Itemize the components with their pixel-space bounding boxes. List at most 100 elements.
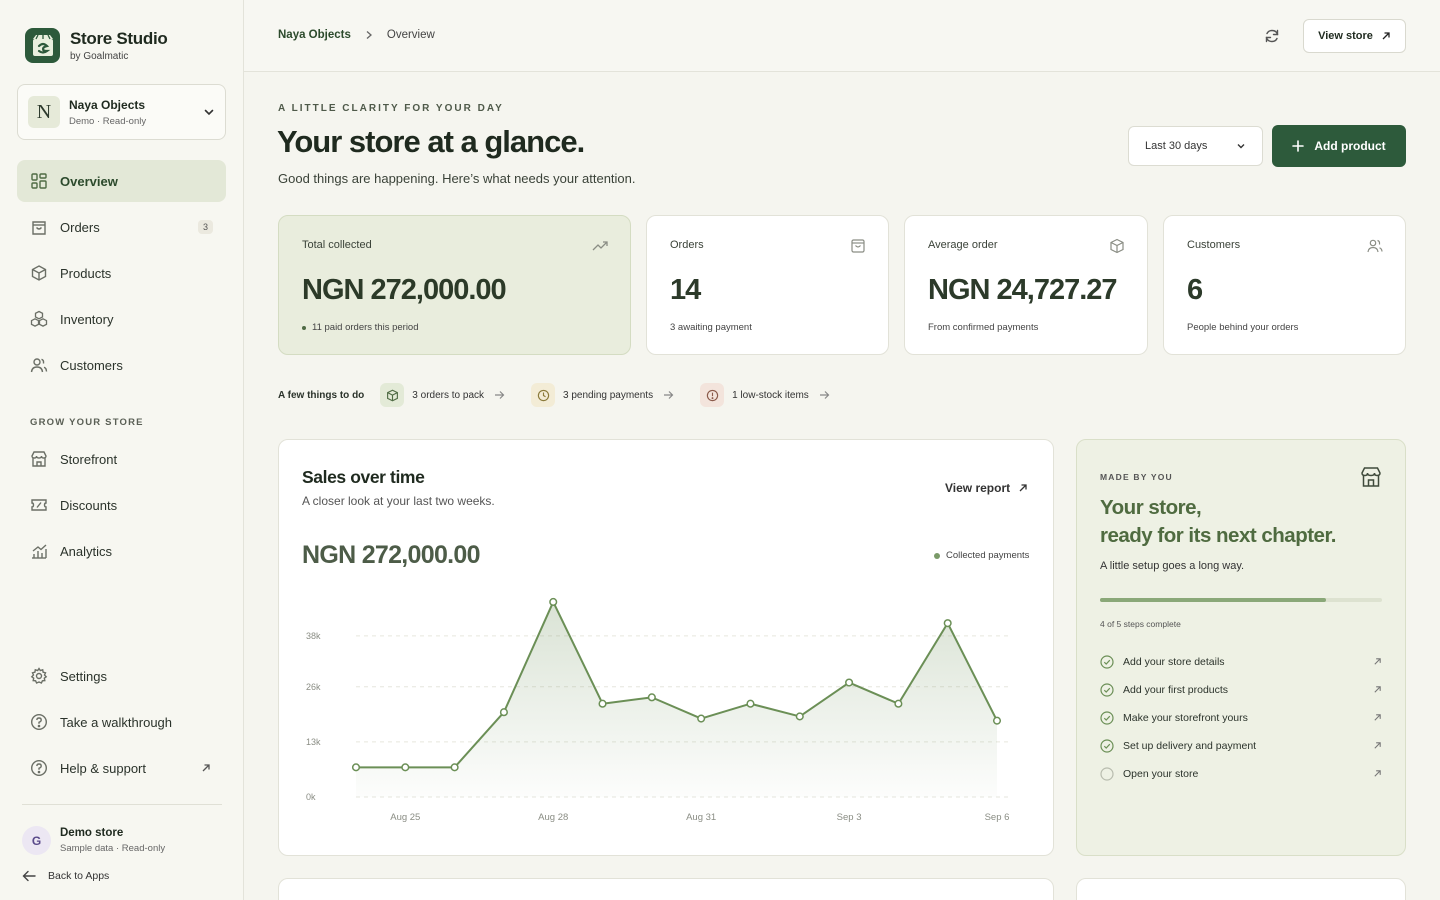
setup-step-label: Set up delivery and payment: [1123, 740, 1257, 752]
breadcrumb-store[interactable]: Naya Objects: [278, 29, 351, 41]
breadcrumb: Naya Objects Overview: [278, 29, 435, 41]
demo-account[interactable]: G Demo store Sample data · Read-only: [22, 826, 165, 855]
nav-item-settings[interactable]: Settings: [17, 655, 226, 697]
nav-item-walkthrough[interactable]: Take a walkthrough: [17, 701, 226, 743]
bag-icon: [30, 218, 48, 236]
secondary-card: [1076, 878, 1406, 900]
check-circle-icon: [1100, 739, 1114, 753]
refresh-button[interactable]: [1261, 25, 1283, 47]
stat-value: NGN 272,000.00: [302, 274, 507, 306]
y-tick-label: 26k: [306, 682, 321, 692]
nav-item-products[interactable]: Products: [17, 252, 226, 294]
store-avatar: N: [28, 96, 60, 128]
arrow-left-icon: [22, 870, 36, 882]
setup-step[interactable]: Add your store details: [1100, 648, 1382, 676]
nav-item-analytics[interactable]: Analytics: [17, 530, 226, 572]
stat-note: 3 awaiting payment: [670, 322, 752, 333]
add-product-button[interactable]: Add product: [1272, 125, 1406, 167]
nav-item-storefront[interactable]: Storefront: [17, 438, 226, 480]
demo-status: Sample data · Read-only: [60, 843, 166, 854]
stat-label: Average order: [928, 239, 998, 251]
status-dot: [302, 325, 306, 330]
chart-icon: [30, 542, 48, 560]
setup-step[interactable]: Make your storefront yours: [1100, 704, 1382, 732]
app-name: Store Studio: [70, 29, 168, 48]
steps-count: 4 of 5 steps complete: [1100, 619, 1181, 629]
grow-nav: Storefront Discounts Analytics: [17, 438, 226, 576]
store-icon: [30, 450, 48, 468]
nav-item-discounts[interactable]: Discounts: [17, 484, 226, 526]
stat-label: Orders: [670, 239, 704, 251]
check-circle-icon: [1100, 711, 1114, 725]
todo-low-stock[interactable]: 1 low-stock items: [700, 383, 830, 407]
setup-progress-card: MADE BY YOU Your store, ready for its ne…: [1076, 439, 1406, 856]
setup-step-label: Add your first products: [1123, 684, 1229, 696]
nav-label: Discounts: [60, 497, 118, 513]
page-subtitle: Good things are happening. Here’s what n…: [278, 171, 636, 186]
setup-step[interactable]: Set up delivery and payment: [1100, 732, 1382, 760]
grid-icon: [30, 172, 48, 190]
setup-steps: Add your store details Add your first pr…: [1100, 648, 1382, 788]
trend-up-icon: [592, 241, 608, 251]
view-store-button[interactable]: View store: [1303, 19, 1406, 53]
brand[interactable]: Store Studio by Goalmatic: [25, 28, 168, 63]
x-tick-label: Sep 3: [837, 812, 862, 823]
nav-section-label: GROW YOUR STORE: [30, 417, 144, 428]
nav-label: Analytics: [60, 543, 113, 559]
store-switcher[interactable]: N Naya Objects Demo · Read-only: [17, 84, 226, 140]
empty-circle-icon: [1100, 767, 1114, 781]
nav-item-orders[interactable]: Orders 3: [17, 206, 226, 248]
nav-item-help[interactable]: Help & support: [17, 747, 226, 789]
date-range-select[interactable]: Last 30 days: [1128, 126, 1263, 166]
box-icon: [380, 383, 405, 407]
todo-orders-to-pack[interactable]: 3 orders to pack: [380, 383, 505, 407]
data-point: [351, 763, 361, 772]
setup-step[interactable]: Add your first products: [1100, 676, 1382, 704]
x-tick-label: Aug 28: [538, 812, 568, 823]
breadcrumb-current: Overview: [386, 29, 435, 41]
date-range-value: Last 30 days: [1145, 140, 1208, 152]
stat-card-average-order: Average order NGN 24,727.27 From confirm…: [904, 215, 1148, 355]
sales-chart: 0k 13k 26k 38k Aug 25 Aug 28 Aug 31 Sep 3 Sep 6: [306, 597, 1010, 823]
todo-row: A few things to do 3 orders to pack 3 pe…: [278, 383, 856, 407]
todo-text: 3 pending payments: [563, 389, 654, 401]
nav-item-overview[interactable]: Overview: [17, 160, 226, 202]
external-link-icon: [1374, 686, 1381, 693]
avatar: G: [22, 826, 51, 855]
stat-card-orders: Orders 14 3 awaiting payment: [646, 215, 889, 355]
setup-step[interactable]: Open your store: [1100, 760, 1382, 788]
store-logo-icon: [25, 28, 60, 63]
topbar: Naya Objects Overview View store: [244, 0, 1440, 72]
nav-label: Help & support: [60, 760, 146, 776]
data-point: [401, 763, 410, 772]
data-point: [598, 699, 607, 708]
boxes-icon: [30, 310, 48, 328]
nav-label: Take a walkthrough: [60, 714, 173, 730]
y-tick-label: 13k: [306, 737, 321, 747]
todo-pending-payments[interactable]: 3 pending payments: [531, 383, 674, 407]
add-product-label: Add product: [1314, 139, 1386, 153]
users-icon: [1367, 239, 1383, 253]
clock-icon: [531, 383, 556, 407]
check-circle-icon: [1100, 655, 1114, 669]
back-to-apps-link[interactable]: Back to Apps: [22, 870, 109, 882]
setup-progress-bar: [1100, 598, 1382, 602]
data-point: [746, 699, 755, 708]
stat-note: People behind your orders: [1187, 322, 1299, 333]
nav-item-inventory[interactable]: Inventory: [17, 298, 226, 340]
x-tick-label: Sep 6: [985, 812, 1010, 823]
secondary-card: [278, 878, 1054, 900]
gear-icon: [30, 667, 48, 685]
bag-icon: [851, 239, 865, 253]
arrow-right-icon: [664, 391, 674, 399]
main-nav: Overview Orders 3 Products Inventory Cus…: [17, 160, 226, 390]
nav-item-customers[interactable]: Customers: [17, 344, 226, 386]
data-point: [499, 708, 508, 717]
setup-step-label: Make your storefront yours: [1123, 712, 1248, 724]
back-label: Back to Apps: [48, 870, 110, 882]
store-name: Naya Objects: [69, 97, 146, 112]
nav-label: Storefront: [60, 451, 118, 467]
stat-label: Customers: [1187, 239, 1241, 251]
chevron-right-icon: [366, 31, 372, 39]
box-icon: [30, 264, 48, 282]
